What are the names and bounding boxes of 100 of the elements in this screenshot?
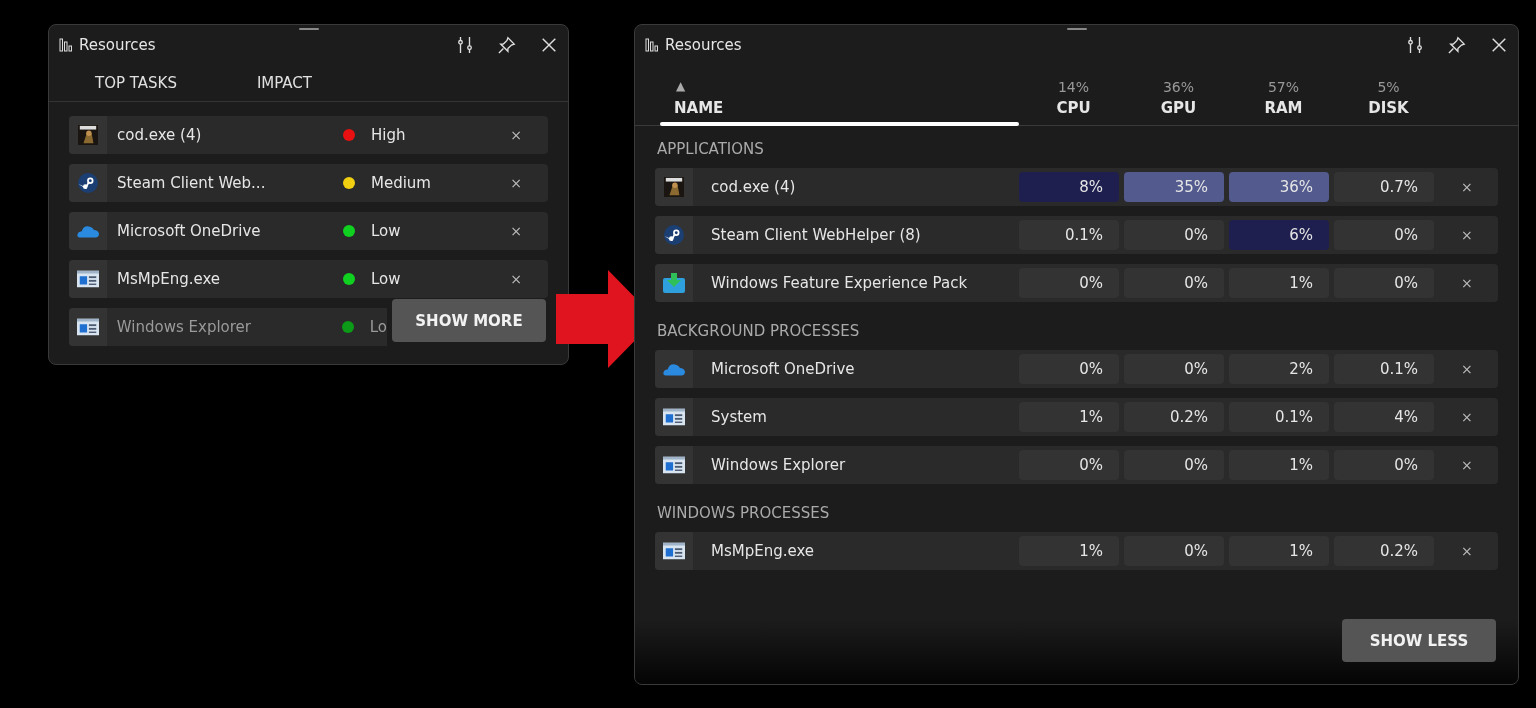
window-icon — [663, 541, 685, 561]
sliders-icon[interactable] — [1406, 36, 1424, 54]
window-icon — [76, 317, 99, 337]
show-more-button[interactable]: SHOW MORE — [392, 299, 546, 342]
process-name: Windows Explorer — [710, 456, 847, 474]
end-task-button[interactable]: × — [1461, 179, 1473, 195]
column-header[interactable]: DISK — [1368, 99, 1409, 117]
end-task-button[interactable]: × — [1461, 409, 1473, 425]
end-task-button[interactable]: × — [510, 175, 522, 191]
task-name: Microsoft OneDrive — [116, 222, 262, 240]
usage-cell: 0% — [1334, 450, 1434, 480]
usage-cell: 0% — [1124, 354, 1224, 384]
usage-cell: 0% — [1124, 220, 1224, 250]
usage-cell: 0% — [1334, 268, 1434, 298]
bar-chart-icon — [645, 38, 659, 52]
usage-cell: 0% — [1019, 354, 1119, 384]
usage-cell: 1% — [1229, 450, 1329, 480]
usage-cell: 1% — [1229, 268, 1329, 298]
pin-icon[interactable] — [1448, 36, 1466, 54]
usage-cell: 0% — [1019, 268, 1119, 298]
usage-cell: 36% — [1229, 172, 1329, 202]
end-task-button[interactable]: × — [1461, 457, 1473, 473]
end-task-button[interactable]: × — [1461, 543, 1473, 559]
window-title: Resources — [79, 36, 157, 54]
end-task-button[interactable]: × — [510, 271, 522, 287]
group-title: APPLICATIONS — [656, 139, 765, 160]
usage-cell: 6% — [1229, 220, 1329, 250]
download-icon — [663, 273, 685, 293]
usage-cell: 4% — [1334, 402, 1434, 432]
usage-cell: 0% — [1334, 220, 1434, 250]
show-less-button[interactable]: SHOW LESS — [1342, 619, 1496, 662]
sliders-icon[interactable] — [456, 36, 474, 54]
usage-cell: 0% — [1124, 450, 1224, 480]
process-name: System — [710, 408, 768, 426]
steam-logo-icon — [663, 225, 685, 245]
usage-cell: 0% — [1019, 450, 1119, 480]
task-row[interactable]: Steam Client Web... Medium × — [69, 164, 548, 202]
bar-chart-icon — [59, 38, 73, 52]
close-icon[interactable] — [540, 36, 558, 54]
sort-arrow-icon: ▲ — [676, 79, 1021, 93]
task-row[interactable]: cod.exe (4) High × — [69, 116, 548, 154]
usage-cell: 1% — [1229, 536, 1329, 566]
impact-label: High — [370, 126, 406, 144]
close-icon[interactable] — [1490, 36, 1508, 54]
end-task-button[interactable]: × — [1461, 227, 1473, 243]
column-header[interactable]: CPU — [1056, 99, 1091, 117]
window-icon — [663, 407, 685, 427]
task-row[interactable]: MsMpEng.exe Low × — [69, 260, 548, 298]
usage-cell: 0.1% — [1019, 220, 1119, 250]
group-title: BACKGROUND PROCESSES — [656, 321, 861, 342]
task-row[interactable]: Windows Explorer Lo — [69, 308, 387, 346]
task-row[interactable]: Microsoft OneDrive Low × — [69, 212, 548, 250]
column-header[interactable]: NAME — [674, 99, 1021, 117]
column-header[interactable]: RAM — [1264, 99, 1303, 117]
end-task-button[interactable]: × — [1461, 275, 1473, 291]
end-task-button[interactable]: × — [510, 223, 522, 239]
usage-cell: 35% — [1124, 172, 1224, 202]
impact-label: Medium — [370, 174, 431, 192]
end-task-button[interactable]: × — [510, 127, 522, 143]
process-row[interactable]: System 1% 0.2% 0.1% 4% × — [655, 398, 1498, 436]
drag-handle[interactable] — [298, 28, 319, 30]
column-header[interactable]: GPU — [1160, 99, 1197, 117]
window-icon — [77, 269, 99, 289]
column-header[interactable]: TOP TASKS — [95, 74, 177, 92]
steam-logo-icon — [77, 173, 99, 193]
impact-label: Low — [370, 222, 401, 240]
process-name: MsMpEng.exe — [710, 542, 816, 560]
usage-cell: 8% — [1019, 172, 1119, 202]
window-title: Resources — [665, 36, 743, 54]
process-row[interactable]: Steam Client WebHelper (8) 0.1% 0% 6% 0% × — [655, 216, 1498, 254]
drag-handle[interactable] — [1066, 28, 1087, 30]
column-header[interactable]: IMPACT — [256, 74, 312, 92]
impact-label: Low — [370, 270, 401, 288]
pin-icon[interactable] — [498, 36, 516, 54]
process-row[interactable]: Microsoft OneDrive 0% 0% 2% 0.1% × — [655, 350, 1498, 388]
usage-total: 57% — [1267, 79, 1300, 95]
usage-total: 5% — [1377, 79, 1400, 95]
task-name: MsMpEng.exe — [116, 270, 222, 288]
usage-cell: 0.2% — [1124, 402, 1224, 432]
usage-cell: 0.1% — [1229, 402, 1329, 432]
usage-total: 14% — [1057, 79, 1090, 95]
window-icon — [663, 455, 685, 475]
end-task-button[interactable]: × — [1461, 361, 1473, 377]
impact-label: Lo — [368, 318, 387, 336]
game-art-icon — [663, 177, 685, 197]
usage-cell: 0% — [1124, 536, 1224, 566]
task-name: Windows Explorer — [115, 318, 252, 336]
process-row[interactable]: cod.exe (4) 8% 35% 36% 0.7% × — [655, 168, 1498, 206]
usage-cell: 2% — [1229, 354, 1329, 384]
task-name: Steam Client Web... — [116, 174, 267, 192]
process-row[interactable]: Windows Feature Experience Pack 0% 0% 1% 0% × — [655, 264, 1498, 302]
process-row[interactable]: Windows Explorer 0% 0% 1% 0% × — [655, 446, 1498, 484]
group-title: WINDOWS PROCESSES — [656, 503, 831, 524]
process-name: Steam Client WebHelper (8) — [710, 226, 922, 244]
usage-cell: 0.2% — [1334, 536, 1434, 566]
usage-total: 36% — [1162, 79, 1195, 95]
usage-cell: 0.1% — [1334, 354, 1434, 384]
process-row[interactable]: MsMpEng.exe 1% 0% 1% 0.2% × — [655, 532, 1498, 570]
process-name: Windows Feature Experience Pack — [710, 274, 969, 292]
usage-cell: 1% — [1019, 402, 1119, 432]
